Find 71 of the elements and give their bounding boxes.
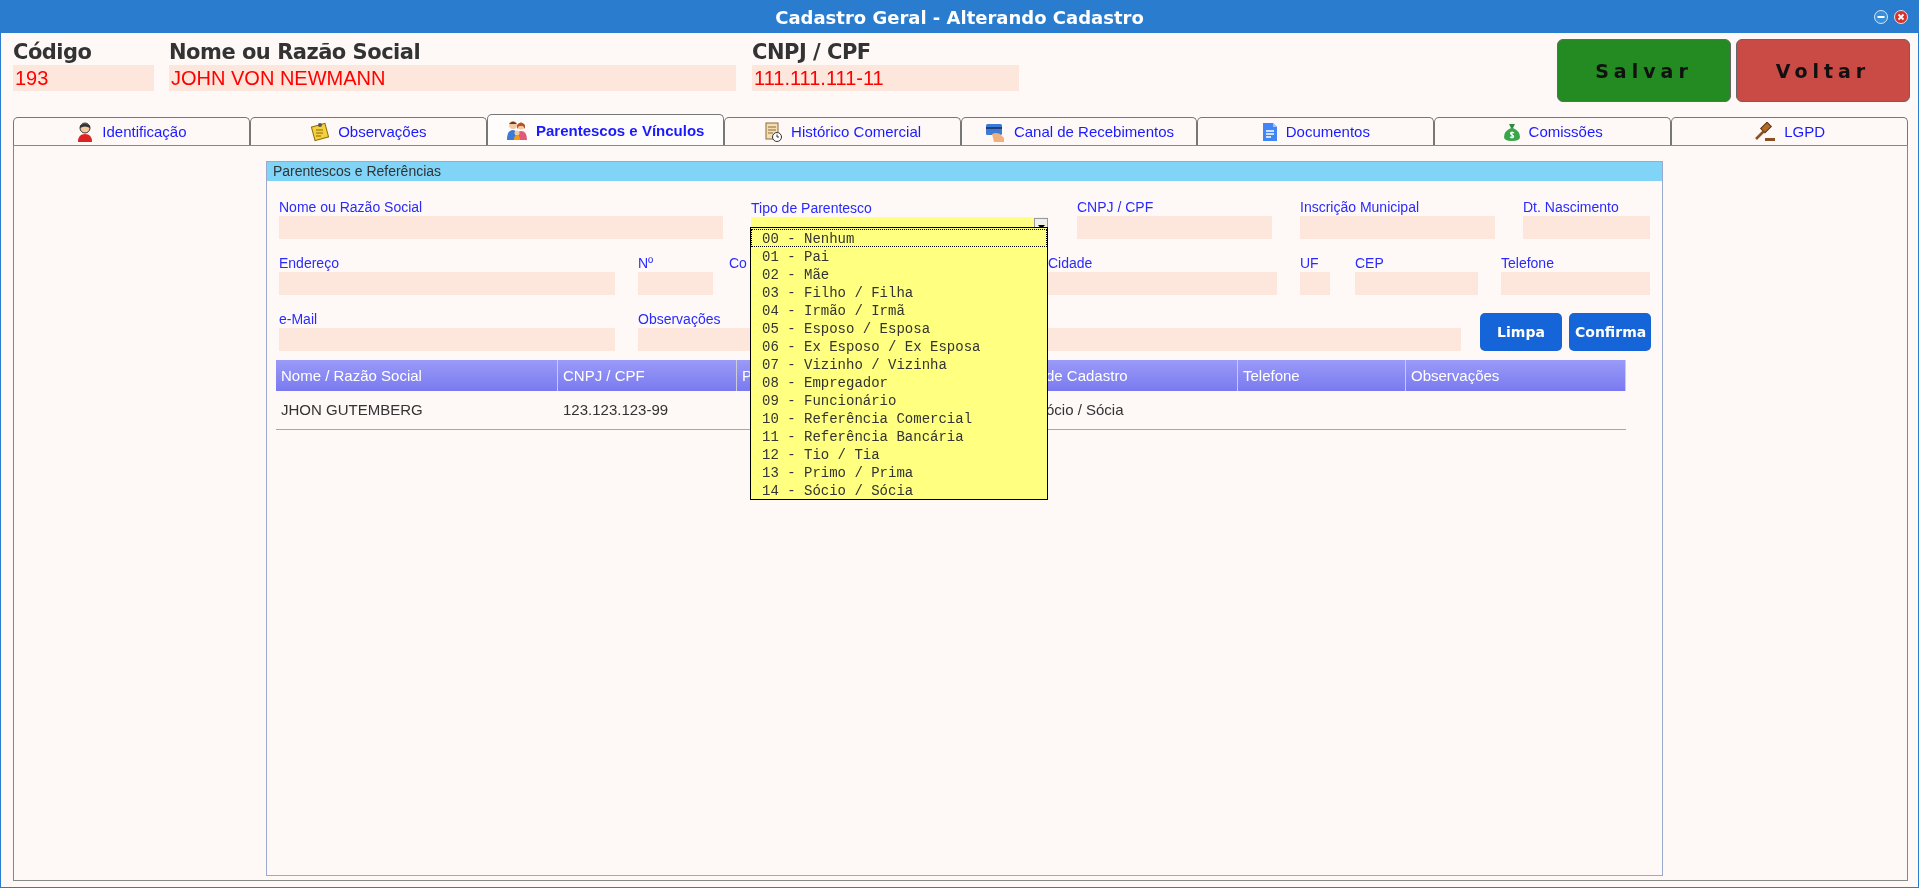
input-field[interactable] <box>1355 272 1478 295</box>
input-field[interactable] <box>1077 216 1272 239</box>
dropdown-option[interactable]: 10 - Referência Comercial <box>751 409 1047 427</box>
column-header: Telefone <box>1238 360 1406 391</box>
dropdown-option[interactable]: 03 - Filho / Filha <box>751 283 1047 301</box>
dropdown-option[interactable]: 13 - Primo / Prima <box>751 463 1047 481</box>
dropdown-option[interactable]: 04 - Irmão / Irmã <box>751 301 1047 319</box>
window-title: Cadastro Geral - Alterando Cadastro <box>775 6 1144 28</box>
tab[interactable]: Canal de Recebimentos <box>960 117 1198 145</box>
money-bag-icon <box>1502 121 1521 142</box>
scroll-icon <box>763 121 784 142</box>
save-button[interactable]: Salvar <box>1557 39 1731 102</box>
table-cell: 123.123.123-99 <box>563 401 669 418</box>
field-label: Nº <box>638 254 654 272</box>
minimize-icon[interactable] <box>1874 10 1888 24</box>
dropdown-option[interactable]: 05 - Esposo / Esposa <box>751 319 1047 337</box>
field-label: Telefone <box>1501 254 1554 272</box>
field-label: Código <box>13 39 93 65</box>
confirm-button[interactable]: Confirma <box>1569 313 1651 351</box>
back-button[interactable]: Voltar <box>1736 39 1910 102</box>
family-icon <box>506 120 528 140</box>
column-header: Observações <box>1406 360 1626 391</box>
dropdown-option[interactable]: 02 - Mãe <box>751 265 1047 283</box>
gavel-icon <box>1754 121 1777 142</box>
field-label: Nome ou Razão Social <box>279 198 423 216</box>
field-label: Co <box>729 254 747 272</box>
dropdown-option[interactable]: 14 - Sócio / Sócia <box>751 481 1047 499</box>
tab[interactable]: Observações <box>249 117 487 145</box>
field-label: CEP <box>1355 254 1384 272</box>
input-field[interactable] <box>1523 216 1650 239</box>
input-field[interactable] <box>1300 216 1495 239</box>
column-header: Nome / Razão Social <box>276 360 558 391</box>
field-label: UF <box>1300 254 1319 272</box>
document-icon <box>1261 121 1278 142</box>
field-label: Inscrição Municipal <box>1300 198 1420 216</box>
dropdown-option[interactable]: 01 - Pai <box>751 247 1047 265</box>
dropdown-option[interactable]: 09 - Funcionário <box>751 391 1047 409</box>
field-label: e-Mail <box>279 310 318 328</box>
input-field[interactable] <box>279 328 615 351</box>
dropdown-option[interactable]: 00 - Nenhum <box>751 229 1047 247</box>
tab[interactable]: Histórico Comercial <box>723 117 961 145</box>
clear-button[interactable]: Limpa <box>1480 313 1562 351</box>
close-icon[interactable] <box>1894 10 1908 24</box>
dropdown-option[interactable]: 12 - Tio / Tia <box>751 445 1047 463</box>
group-title: Parentescos e Referências <box>267 162 1662 181</box>
input-field[interactable] <box>1300 272 1330 295</box>
field-label: Observações <box>638 310 721 328</box>
table-cell: JHON GUTEMBERG <box>281 401 423 418</box>
input-field[interactable] <box>279 216 723 239</box>
note-icon <box>310 121 331 142</box>
input-field[interactable] <box>279 272 615 295</box>
tab[interactable]: Parentescos e Vínculos <box>486 114 724 145</box>
dropdown-option[interactable]: 06 - Ex Esposo / Ex Esposa <box>751 337 1047 355</box>
tab[interactable]: LGPD <box>1671 117 1908 145</box>
column-header: CNPJ / CPF <box>558 360 737 391</box>
card-icon <box>983 121 1006 142</box>
field-label: Nome ou Razão Social <box>169 39 422 65</box>
dropdown-option[interactable]: 11 - Referência Bancária <box>751 427 1047 445</box>
tab[interactable]: Identificação <box>13 117 250 145</box>
field-label: CNPJ / CPF <box>752 39 872 65</box>
input-field[interactable] <box>1048 272 1277 295</box>
field-label: Tipo de Parentesco <box>751 199 872 217</box>
field-label: Dt. Nascimento <box>1523 198 1619 216</box>
input-field[interactable] <box>1501 272 1650 295</box>
tab[interactable]: Comissões <box>1434 117 1672 145</box>
field-label: CNPJ / CPF <box>1077 198 1154 216</box>
input-field[interactable] <box>638 272 713 295</box>
person-icon <box>76 121 95 142</box>
field-label: Cidade <box>1048 254 1093 272</box>
tab[interactable]: Documentos <box>1197 117 1435 145</box>
field-label: Endereço <box>279 254 339 272</box>
